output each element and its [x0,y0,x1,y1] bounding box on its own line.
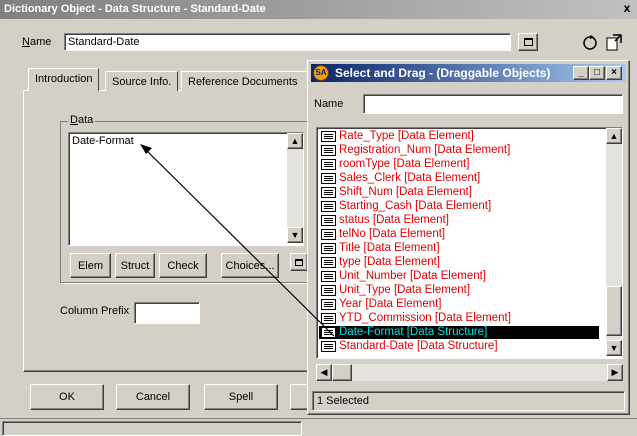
scroll-up-arrow-icon[interactable]: ▲ [287,133,303,149]
minimize-icon[interactable]: _ [573,66,589,80]
list-item-label: Date-Format [Data Structure] [339,326,488,338]
list-item[interactable]: Unit_Number [Data Element] [319,270,599,283]
close-icon[interactable]: × [606,66,622,80]
data-object-icon [321,145,336,156]
list-horizontal-scrollbar[interactable]: ◀ ▶ [316,364,623,381]
maximize-field-button[interactable] [518,33,538,51]
list-item-label: Shift_Num [Data Element] [339,186,472,198]
list-item-label: Rate_Type [Data Element] [339,130,474,142]
data-list[interactable]: Date-Format ▲ ▼ [68,132,304,246]
maximize-icon [523,38,533,46]
list-item[interactable]: roomType [Data Element] [319,158,599,171]
data-object-icon [321,173,336,184]
list-item[interactable]: Sales_Clerk [Data Element] [319,172,599,185]
scroll-down-arrow-icon[interactable]: ▼ [606,340,622,356]
list-item-label: Unit_Number [Data Element] [339,270,487,282]
data-object-icon [321,187,336,198]
name-field[interactable]: Standard-Date [64,33,511,51]
list-item-label: Unit_Type [Data Element] [339,284,471,296]
list-item[interactable]: YTD_Commission [Data Element] [319,312,599,325]
tab-reference-documents[interactable]: Reference Documents [181,71,311,91]
scroll-thumb[interactable] [606,286,622,336]
choices-button[interactable]: Choices... [221,253,279,278]
data-object-icon [321,327,336,338]
list-item[interactable]: Shift_Num [Data Element] [319,186,599,199]
list-item[interactable]: type [Data Element] [319,256,599,269]
data-group-label: Data [68,114,96,126]
selection-count: 1 Selected [317,395,369,407]
refresh-icon[interactable] [580,32,600,52]
list-item-label: type [Data Element] [339,256,440,268]
data-object-icon [321,299,336,310]
list-items: Rate_Type [Data Element] Registration_Num… [319,130,602,356]
data-list-item[interactable]: Date-Format [69,133,303,149]
list-item-label: YTD_Commission [Data Element] [339,312,511,324]
column-prefix-input[interactable] [134,302,200,324]
data-object-icon [321,131,336,142]
cancel-button[interactable]: Cancel [116,384,190,410]
column-prefix-label: Column Prefix [60,305,130,317]
scroll-up-arrow-icon[interactable]: ▲ [606,128,622,144]
list-item[interactable]: Date-Format [Data Structure] [319,326,599,339]
name-field-value: Standard-Date [68,36,140,48]
list-item-label: Year [Data Element] [339,298,442,310]
list-item-label: roomType [Data Element] [339,158,470,170]
list-item[interactable]: Title [Data Element] [319,242,599,255]
list-item[interactable]: Rate_Type [Data Element] [319,130,599,143]
list-vertical-scrollbar[interactable]: ▲ ▼ [606,128,622,356]
scroll-right-arrow-icon[interactable]: ▶ [607,364,623,381]
data-object-icon [321,159,336,170]
export-icon[interactable] [604,32,624,52]
check-button[interactable]: Check [159,253,207,278]
list-item[interactable]: status [Data Element] [319,214,599,227]
spell-button[interactable]: Spell [204,384,278,410]
data-object-icon [321,271,336,282]
data-object-icon [321,243,336,254]
draggable-objects-list[interactable]: Rate_Type [Data Element] Registration_Num… [316,127,623,359]
list-item-label: Starting_Cash [Data Element] [339,200,492,212]
list-item[interactable]: Year [Data Element] [319,298,599,311]
data-object-icon [321,229,336,240]
data-object-icon [321,341,336,352]
scroll-left-arrow-icon[interactable]: ◀ [316,364,332,381]
popup-title: Select and Drag - (Draggable Objects) [335,66,551,80]
list-item[interactable]: Standard-Date [Data Structure] [319,340,599,353]
list-item[interactable]: Registration_Num [Data Element] [319,144,599,157]
list-item-label: status [Data Element] [339,214,449,226]
popup-name-input[interactable] [363,94,623,114]
list-item-label: Standard-Date [Data Structure] [339,340,498,352]
main-window-titlebar[interactable]: Dictionary Object - Data Structure - Sta… [0,0,637,19]
list-item[interactable]: Unit_Type [Data Element] [319,284,599,297]
popup-name-label: Name [314,98,344,110]
maximize-icon[interactable]: □ [589,66,605,80]
data-object-icon [321,257,336,268]
select-and-drag-window[interactable]: Select and Drag - (Draggable Objects) SA… [307,60,630,415]
list-item-label: telNo [Data Element] [339,228,446,240]
list-item[interactable]: Starting_Cash [Data Element] [319,200,599,213]
ok-button[interactable]: OK [30,384,104,410]
status-pane [2,421,302,436]
scroll-down-arrow-icon[interactable]: ▼ [287,227,303,243]
tab-introduction[interactable]: Introduction [28,68,100,91]
popup-status-bar: 1 Selected [312,391,625,411]
data-object-icon [321,215,336,226]
data-list-scrollbar[interactable]: ▲ ▼ [287,133,303,243]
h-scroll-thumb[interactable] [332,364,352,381]
struct-button[interactable]: Struct [115,253,155,278]
list-item[interactable]: telNo [Data Element] [319,228,599,241]
close-icon[interactable]: x [619,1,635,17]
app-logo-icon: SA [313,65,329,81]
elem-button[interactable]: Elem [70,253,111,278]
name-label: Name [22,36,52,48]
list-item-label: Sales_Clerk [Data Element] [339,172,481,184]
main-window-title: Dictionary Object - Data Structure - Sta… [4,3,266,15]
list-item-label: Registration_Num [Data Element] [339,144,511,156]
restore-icon[interactable] [290,253,308,271]
tab-source-info[interactable]: Source Info. [105,71,179,91]
list-item-label: Title [Data Element] [339,242,440,254]
data-object-icon [321,313,336,324]
data-object-icon [321,201,336,212]
data-object-icon [321,285,336,296]
